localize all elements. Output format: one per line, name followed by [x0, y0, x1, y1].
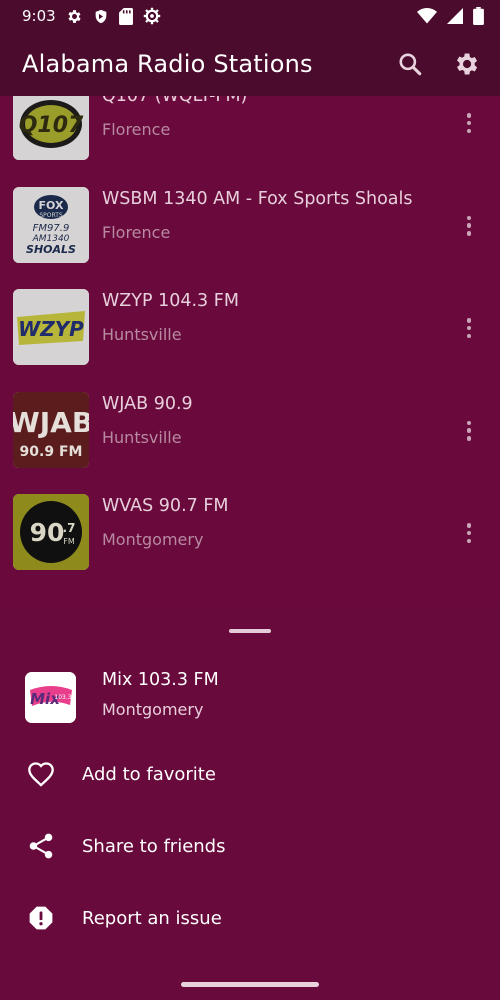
- station-row[interactable]: 90 .7 FM WVAS 90.7 FM Montgomery: [0, 494, 500, 597]
- svg-text:.7: .7: [63, 521, 76, 535]
- more-vert-icon[interactable]: [460, 418, 478, 444]
- more-vert-icon[interactable]: [460, 110, 478, 136]
- station-name: WVAS 90.7 FM: [102, 496, 229, 516]
- svg-text:90: 90: [30, 518, 65, 547]
- share-button[interactable]: Share to friends: [26, 818, 466, 874]
- more-vert-icon[interactable]: [460, 520, 478, 546]
- sd-card-icon: [118, 7, 133, 25]
- report-issue-label: Report an issue: [82, 907, 222, 929]
- battery-icon: [473, 7, 484, 25]
- station-list: Q107 Q107 (WQLT-FM) Florence FOX SPORTS …: [0, 96, 500, 606]
- svg-text:FM: FM: [63, 537, 75, 546]
- svg-text:FOX: FOX: [39, 199, 64, 212]
- svg-text:SHOALS: SHOALS: [26, 243, 76, 256]
- status-bar: 9:03: [0, 0, 500, 32]
- station-row[interactable]: Q107 Q107 (WQLT-FM) Florence: [0, 96, 500, 187]
- home-indicator[interactable]: [181, 982, 319, 987]
- app-bar: Alabama Radio Stations: [0, 32, 500, 96]
- fox-sports-logo: FOX SPORTS FM97.9 AM1340 SHOALS: [13, 186, 89, 263]
- drag-handle[interactable]: [229, 629, 271, 633]
- gear-icon: [66, 8, 83, 25]
- station-row[interactable]: FOX SPORTS FM97.9 AM1340 SHOALS WSBM 134…: [0, 186, 500, 290]
- bottom-sheet: Mix 103.3 Mix 103.3 FM Montgomery Add to…: [0, 606, 500, 1000]
- station-city: Montgomery: [102, 530, 204, 549]
- wzyp-logo: WZYP: [13, 289, 89, 365]
- station-row[interactable]: WZYP WZYP 104.3 FM Huntsville: [0, 289, 500, 392]
- svg-text:90.9 FM: 90.9 FM: [20, 444, 83, 460]
- station-row[interactable]: WJAB 90.9 FM WJAB 90.9 Huntsville: [0, 391, 500, 495]
- svg-text:WJAB: WJAB: [13, 406, 89, 439]
- add-to-favorite-label: Add to favorite: [82, 763, 216, 785]
- wjab-logo: WJAB 90.9 FM: [13, 391, 89, 468]
- svg-text:FM97.9: FM97.9: [33, 223, 70, 234]
- share-icon: [26, 831, 56, 861]
- station-name: WJAB 90.9: [102, 393, 193, 414]
- svg-text:103.3: 103.3: [54, 694, 71, 701]
- station-city: Florence: [102, 120, 171, 139]
- more-vert-icon[interactable]: [460, 213, 478, 239]
- report-icon: [26, 903, 56, 933]
- search-icon[interactable]: [394, 48, 426, 80]
- selected-station-city: Montgomery: [102, 700, 204, 719]
- signal-icon: [447, 8, 463, 24]
- svg-text:SPORTS: SPORTS: [39, 212, 63, 219]
- settings-gear-icon: [143, 7, 161, 25]
- station-name: WZYP 104.3 FM: [102, 291, 239, 311]
- more-vert-icon[interactable]: [460, 315, 478, 341]
- wvas-logo: 90 .7 FM: [13, 494, 89, 570]
- station-city: Huntsville: [102, 427, 182, 447]
- add-to-favorite-button[interactable]: Add to favorite: [26, 746, 466, 802]
- station-name: WSBM 1340 AM - Fox Sports Shoals: [102, 188, 413, 209]
- app-title: Alabama Radio Stations: [22, 50, 313, 78]
- wifi-icon: [417, 8, 437, 24]
- svg-text:WZYP: WZYP: [18, 317, 84, 341]
- q107-logo: Q107: [13, 96, 89, 160]
- shield-icon: [93, 8, 109, 25]
- selected-station: Mix 103.3 Mix 103.3 FM Montgomery: [25, 670, 219, 723]
- settings-icon[interactable]: [450, 48, 482, 80]
- station-city: Huntsville: [102, 325, 182, 344]
- share-label: Share to friends: [82, 835, 226, 857]
- station-name: Q107 (WQLT-FM): [102, 96, 248, 106]
- selected-station-name: Mix 103.3 FM: [102, 670, 219, 690]
- status-time: 9:03: [22, 7, 56, 25]
- svg-text:Q107: Q107: [19, 113, 84, 138]
- report-issue-button[interactable]: Report an issue: [26, 890, 466, 946]
- mix-logo: Mix 103.3: [25, 672, 76, 723]
- station-city: Florence: [102, 222, 171, 242]
- heart-icon: [26, 759, 56, 789]
